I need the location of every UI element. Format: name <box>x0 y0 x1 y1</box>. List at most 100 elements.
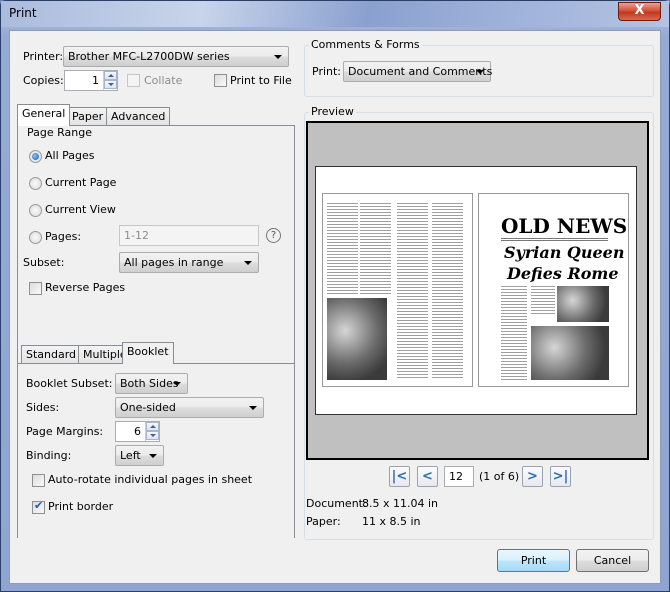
comments-print-select[interactable]: Document and Comments <box>343 61 493 82</box>
pages-label: Pages: <box>45 230 82 243</box>
chevron-down-icon <box>249 406 257 410</box>
tab-label: Paper <box>72 110 104 123</box>
printer-label: Printer: <box>23 50 64 63</box>
current-view-label: Current View <box>45 203 116 216</box>
page-number-input[interactable]: 12 <box>444 466 474 487</box>
print-button-label: Print <box>520 554 547 567</box>
comments-print-label: Print: <box>312 65 342 78</box>
preview-battle-image <box>531 326 609 380</box>
print-to-file-label: Print to File <box>230 74 292 87</box>
autorotate-checkbox[interactable] <box>32 474 45 487</box>
booklet-subset-value: Both Sides <box>120 377 179 390</box>
preview-area: OLD NEWS Syrian Queen Defies Rome <box>306 121 649 460</box>
tab-standard[interactable]: Standard <box>21 345 82 364</box>
booklet-subset-select[interactable]: Both Sides <box>115 373 188 394</box>
booklet-subset-label: Booklet Subset: <box>26 377 113 390</box>
cancel-button-label: Cancel <box>593 554 632 567</box>
all-pages-label: All Pages <box>45 149 95 162</box>
tab-label: Advanced <box>111 110 166 123</box>
title-bar: Print X <box>1 1 669 27</box>
comments-forms-title: Comments & Forms <box>309 38 422 51</box>
comments-print-value: Document and Comments <box>348 65 493 78</box>
binding-select[interactable]: Left <box>115 445 164 466</box>
page-number-value: 12 <box>449 470 463 483</box>
paper-size-value: 11 x 8.5 in <box>362 515 421 528</box>
preview-page-left <box>322 193 473 387</box>
tab-booklet[interactable]: Booklet <box>122 342 174 364</box>
reverse-pages-label: Reverse Pages <box>45 281 126 294</box>
page-status: (1 of 6) <box>479 470 520 483</box>
radio-all-pages[interactable] <box>29 150 42 163</box>
collate-checkbox[interactable] <box>127 74 140 87</box>
chevron-down-icon <box>149 454 157 458</box>
masthead-rule <box>501 238 608 241</box>
chevron-down-icon <box>476 70 484 74</box>
text-column <box>327 203 358 295</box>
chevron-down-icon <box>274 55 282 59</box>
radio-pages[interactable] <box>29 231 42 244</box>
copies-label: Copies: <box>23 74 64 87</box>
tab-advanced[interactable]: Advanced <box>106 107 171 126</box>
document-size-value: 8.5 x 11.04 in <box>362 497 439 510</box>
next-page-icon: > <box>527 469 538 484</box>
print-button[interactable]: Print <box>497 549 570 572</box>
booklet-tab-panel: Booklet Subset: Both Sides Sides: One-si… <box>18 363 294 538</box>
subset-value: All pages in range <box>124 256 224 269</box>
pages-value: 1-12 <box>124 229 149 242</box>
copies-input[interactable]: 1 <box>64 70 118 91</box>
page-margins-stepper[interactable] <box>145 422 159 441</box>
pages-input[interactable]: 1-12 <box>119 225 259 246</box>
headline-line-2: Defies Rome <box>507 264 619 283</box>
page-margins-value: 6 <box>134 425 141 438</box>
text-column <box>501 286 527 380</box>
first-page-button[interactable]: |< <box>389 466 410 487</box>
spin-up-icon[interactable] <box>146 422 159 431</box>
tab-general[interactable]: General <box>17 104 71 126</box>
radio-current-page[interactable] <box>29 177 42 190</box>
tab-paper[interactable]: Paper <box>67 107 109 126</box>
reverse-pages-checkbox[interactable] <box>29 282 42 295</box>
collate-label: Collate <box>144 74 183 87</box>
cancel-button[interactable]: Cancel <box>576 549 649 572</box>
print-to-file-checkbox[interactable] <box>214 74 227 87</box>
chevron-down-icon <box>244 261 252 265</box>
help-icon[interactable]: ? <box>266 228 281 243</box>
spin-down-icon[interactable] <box>146 431 159 440</box>
first-page-icon: |< <box>391 469 408 484</box>
copies-value: 1 <box>92 74 99 87</box>
prev-page-icon: < <box>422 469 433 484</box>
radio-current-view[interactable] <box>29 204 42 217</box>
printer-select[interactable]: Brother MFC-L2700DW series <box>63 46 289 67</box>
binding-label: Binding: <box>26 449 72 462</box>
dialog-body: Printer: Brother MFC-L2700DW series Copi… <box>9 30 661 584</box>
binding-value: Left <box>120 449 141 462</box>
preview-sheet: OLD NEWS Syrian Queen Defies Rome <box>315 166 637 415</box>
page-margins-label: Page Margins: <box>26 425 104 438</box>
paper-size-label: Paper: <box>306 515 341 528</box>
printer-value: Brother MFC-L2700DW series <box>68 50 230 63</box>
help-glyph: ? <box>270 230 277 241</box>
preview-page-right: OLD NEWS Syrian Queen Defies Rome <box>478 193 629 387</box>
tab-label: Standard <box>26 348 77 361</box>
sides-select[interactable]: One-sided <box>115 397 264 418</box>
last-page-button[interactable]: >| <box>550 466 571 487</box>
chevron-down-icon <box>173 382 181 386</box>
copies-stepper[interactable] <box>103 71 117 90</box>
page-margins-input[interactable]: 6 <box>115 421 160 442</box>
next-page-button[interactable]: > <box>522 466 543 487</box>
prev-page-button[interactable]: < <box>417 466 438 487</box>
headline-line-1: Syrian Queen <box>504 243 625 262</box>
close-button[interactable]: X <box>618 2 661 21</box>
preview-illustration <box>327 298 387 380</box>
spin-down-icon[interactable] <box>104 80 117 89</box>
preview-title: Preview <box>309 105 356 118</box>
sides-label: Sides: <box>26 401 60 414</box>
print-dialog: Print X Printer: Brother MFC-L2700DW ser… <box>0 0 670 592</box>
subset-select[interactable]: All pages in range <box>119 252 259 273</box>
text-column <box>360 203 391 295</box>
dialog-title: Print <box>9 6 37 20</box>
spin-up-icon[interactable] <box>104 71 117 80</box>
last-page-icon: >| <box>552 469 569 484</box>
print-border-checkbox[interactable] <box>32 499 45 514</box>
text-column <box>397 203 428 379</box>
